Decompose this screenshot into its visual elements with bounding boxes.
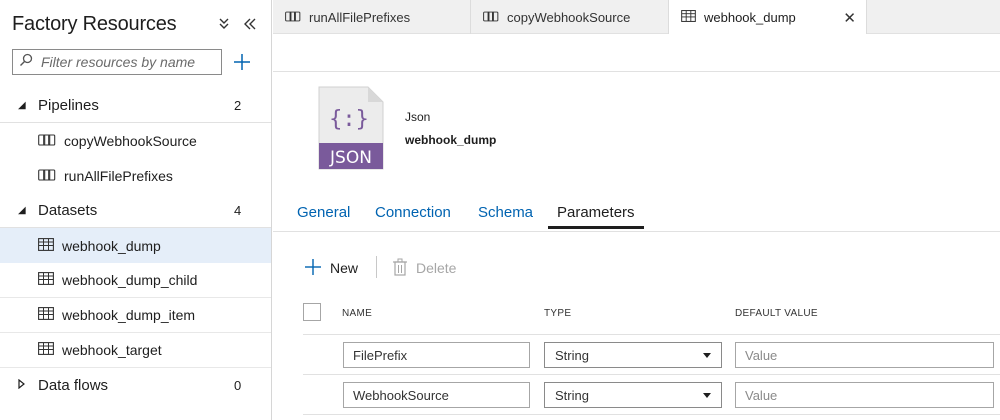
- toolbar-divider: [376, 256, 377, 278]
- tab-label: copyWebhookSource: [507, 9, 631, 25]
- dataset-table-icon: [38, 307, 54, 323]
- delete-label: Delete: [416, 260, 457, 276]
- dataset-name: webhook_dump: [405, 133, 497, 147]
- group-count: 2: [234, 97, 242, 113]
- dataset-table-icon: [38, 342, 54, 358]
- column-header-type: TYPE: [544, 308, 572, 319]
- json-file-icon: {:} JSON: [318, 86, 384, 170]
- type-value: String: [555, 347, 589, 363]
- column-header-default: DEFAULT VALUE: [735, 308, 818, 319]
- tab-label: runAllFilePrefixes: [309, 9, 411, 25]
- tree-item-pipeline[interactable]: runAllFilePrefixes: [0, 158, 271, 193]
- tab-run-all-file-prefixes[interactable]: runAllFilePrefixes: [273, 0, 471, 34]
- pipeline-icon: [483, 10, 499, 25]
- column-header-name: NAME: [342, 308, 373, 319]
- editor-tabs: runAllFilePrefixes copyWebhookSource web…: [273, 0, 1000, 34]
- delete-parameter-button[interactable]: Delete: [392, 256, 456, 280]
- filter-resources-input[interactable]: [41, 54, 211, 70]
- group-count: 4: [234, 202, 242, 218]
- tree-item-dataset[interactable]: webhook_target: [0, 333, 271, 368]
- row-divider: [303, 414, 1000, 415]
- parameter-default-field[interactable]: Value: [735, 382, 994, 408]
- caret-expanded-icon: ◢: [18, 99, 26, 111]
- json-label: JSON: [329, 148, 372, 168]
- sidebar-title: Factory Resources: [12, 12, 177, 35]
- tab-parameters[interactable]: Parameters: [557, 204, 635, 221]
- tab-webhook-dump[interactable]: webhook_dump ✕: [669, 0, 867, 34]
- factory-resources-panel: Factory Resources ◢ Pipelines 2 copyWebh…: [0, 0, 272, 420]
- pipeline-icon: [285, 10, 301, 25]
- caret-collapsed-icon: [18, 378, 30, 392]
- search-icon: [19, 53, 33, 72]
- parameter-default-field[interactable]: Value: [735, 342, 994, 368]
- resource-tree: ◢ Pipelines 2 copyWebhookSource runAllFi…: [0, 88, 271, 403]
- tab-general[interactable]: General: [297, 204, 350, 221]
- parameter-type-select[interactable]: String: [544, 382, 722, 408]
- group-count: 0: [234, 378, 242, 393]
- tree-item-label: webhook_dump_child: [62, 272, 198, 288]
- parameter-type-select[interactable]: String: [544, 342, 722, 368]
- active-tab-indicator: [548, 226, 644, 229]
- collapse-all-icon[interactable]: [213, 13, 235, 35]
- json-glyph: {:}: [329, 107, 369, 132]
- trash-icon: [392, 258, 408, 279]
- tree-item-label: webhook_dump_item: [62, 307, 196, 323]
- tree-item-label: webhook_target: [62, 342, 162, 358]
- new-label: New: [330, 260, 359, 276]
- tree-item-dataset[interactable]: webhook_dump_child: [0, 263, 271, 298]
- dataset-table-icon: [38, 272, 54, 288]
- plus-icon: [304, 258, 322, 279]
- tree-item-label: copyWebhookSource: [64, 132, 197, 149]
- select-all-checkbox[interactable]: [303, 303, 321, 321]
- add-resource-icon[interactable]: [230, 50, 254, 74]
- caret-expanded-icon: ◢: [18, 204, 26, 216]
- pipeline-icon: [38, 133, 56, 149]
- parameter-name-field[interactable]: FilePrefix: [343, 342, 530, 368]
- dataset-table-icon: [38, 237, 54, 254]
- tree-item-label: webhook_dump: [62, 237, 161, 254]
- tab-connection[interactable]: Connection: [375, 204, 451, 221]
- dataset-table-icon: [681, 9, 696, 25]
- sidebar-header: Factory Resources: [12, 10, 261, 38]
- dataset-format: Json: [405, 110, 431, 124]
- tab-label: webhook_dump: [704, 9, 796, 25]
- pipeline-icon: [38, 168, 56, 184]
- parameter-name-field[interactable]: WebhookSource: [343, 382, 530, 408]
- tree-item-dataset[interactable]: webhook_dump_item: [0, 298, 271, 333]
- tab-copy-webhook-source[interactable]: copyWebhookSource: [471, 0, 669, 34]
- header-divider: [303, 334, 1000, 335]
- filter-box[interactable]: [12, 49, 222, 75]
- tree-item-pipeline[interactable]: copyWebhookSource: [0, 123, 271, 158]
- collapse-panel-icon[interactable]: [239, 13, 261, 35]
- close-tab-icon[interactable]: ✕: [843, 9, 856, 27]
- tab-schema[interactable]: Schema: [478, 204, 533, 221]
- type-value: String: [555, 387, 589, 403]
- chevron-down-icon: [703, 393, 711, 398]
- tree-item-label: runAllFilePrefixes: [64, 167, 173, 184]
- new-parameter-button[interactable]: New: [304, 256, 358, 280]
- row-divider: [303, 374, 1000, 375]
- chevron-down-icon: [703, 353, 711, 358]
- tree-item-dataset[interactable]: webhook_dump: [0, 228, 271, 263]
- tree-group-pipelines[interactable]: ◢ Pipelines 2: [0, 88, 271, 123]
- tree-group-datasets[interactable]: ◢ Datasets 4: [0, 193, 271, 228]
- editor-toolbar: [273, 34, 1000, 72]
- tree-group-dataflows[interactable]: Data flows 0: [0, 368, 271, 403]
